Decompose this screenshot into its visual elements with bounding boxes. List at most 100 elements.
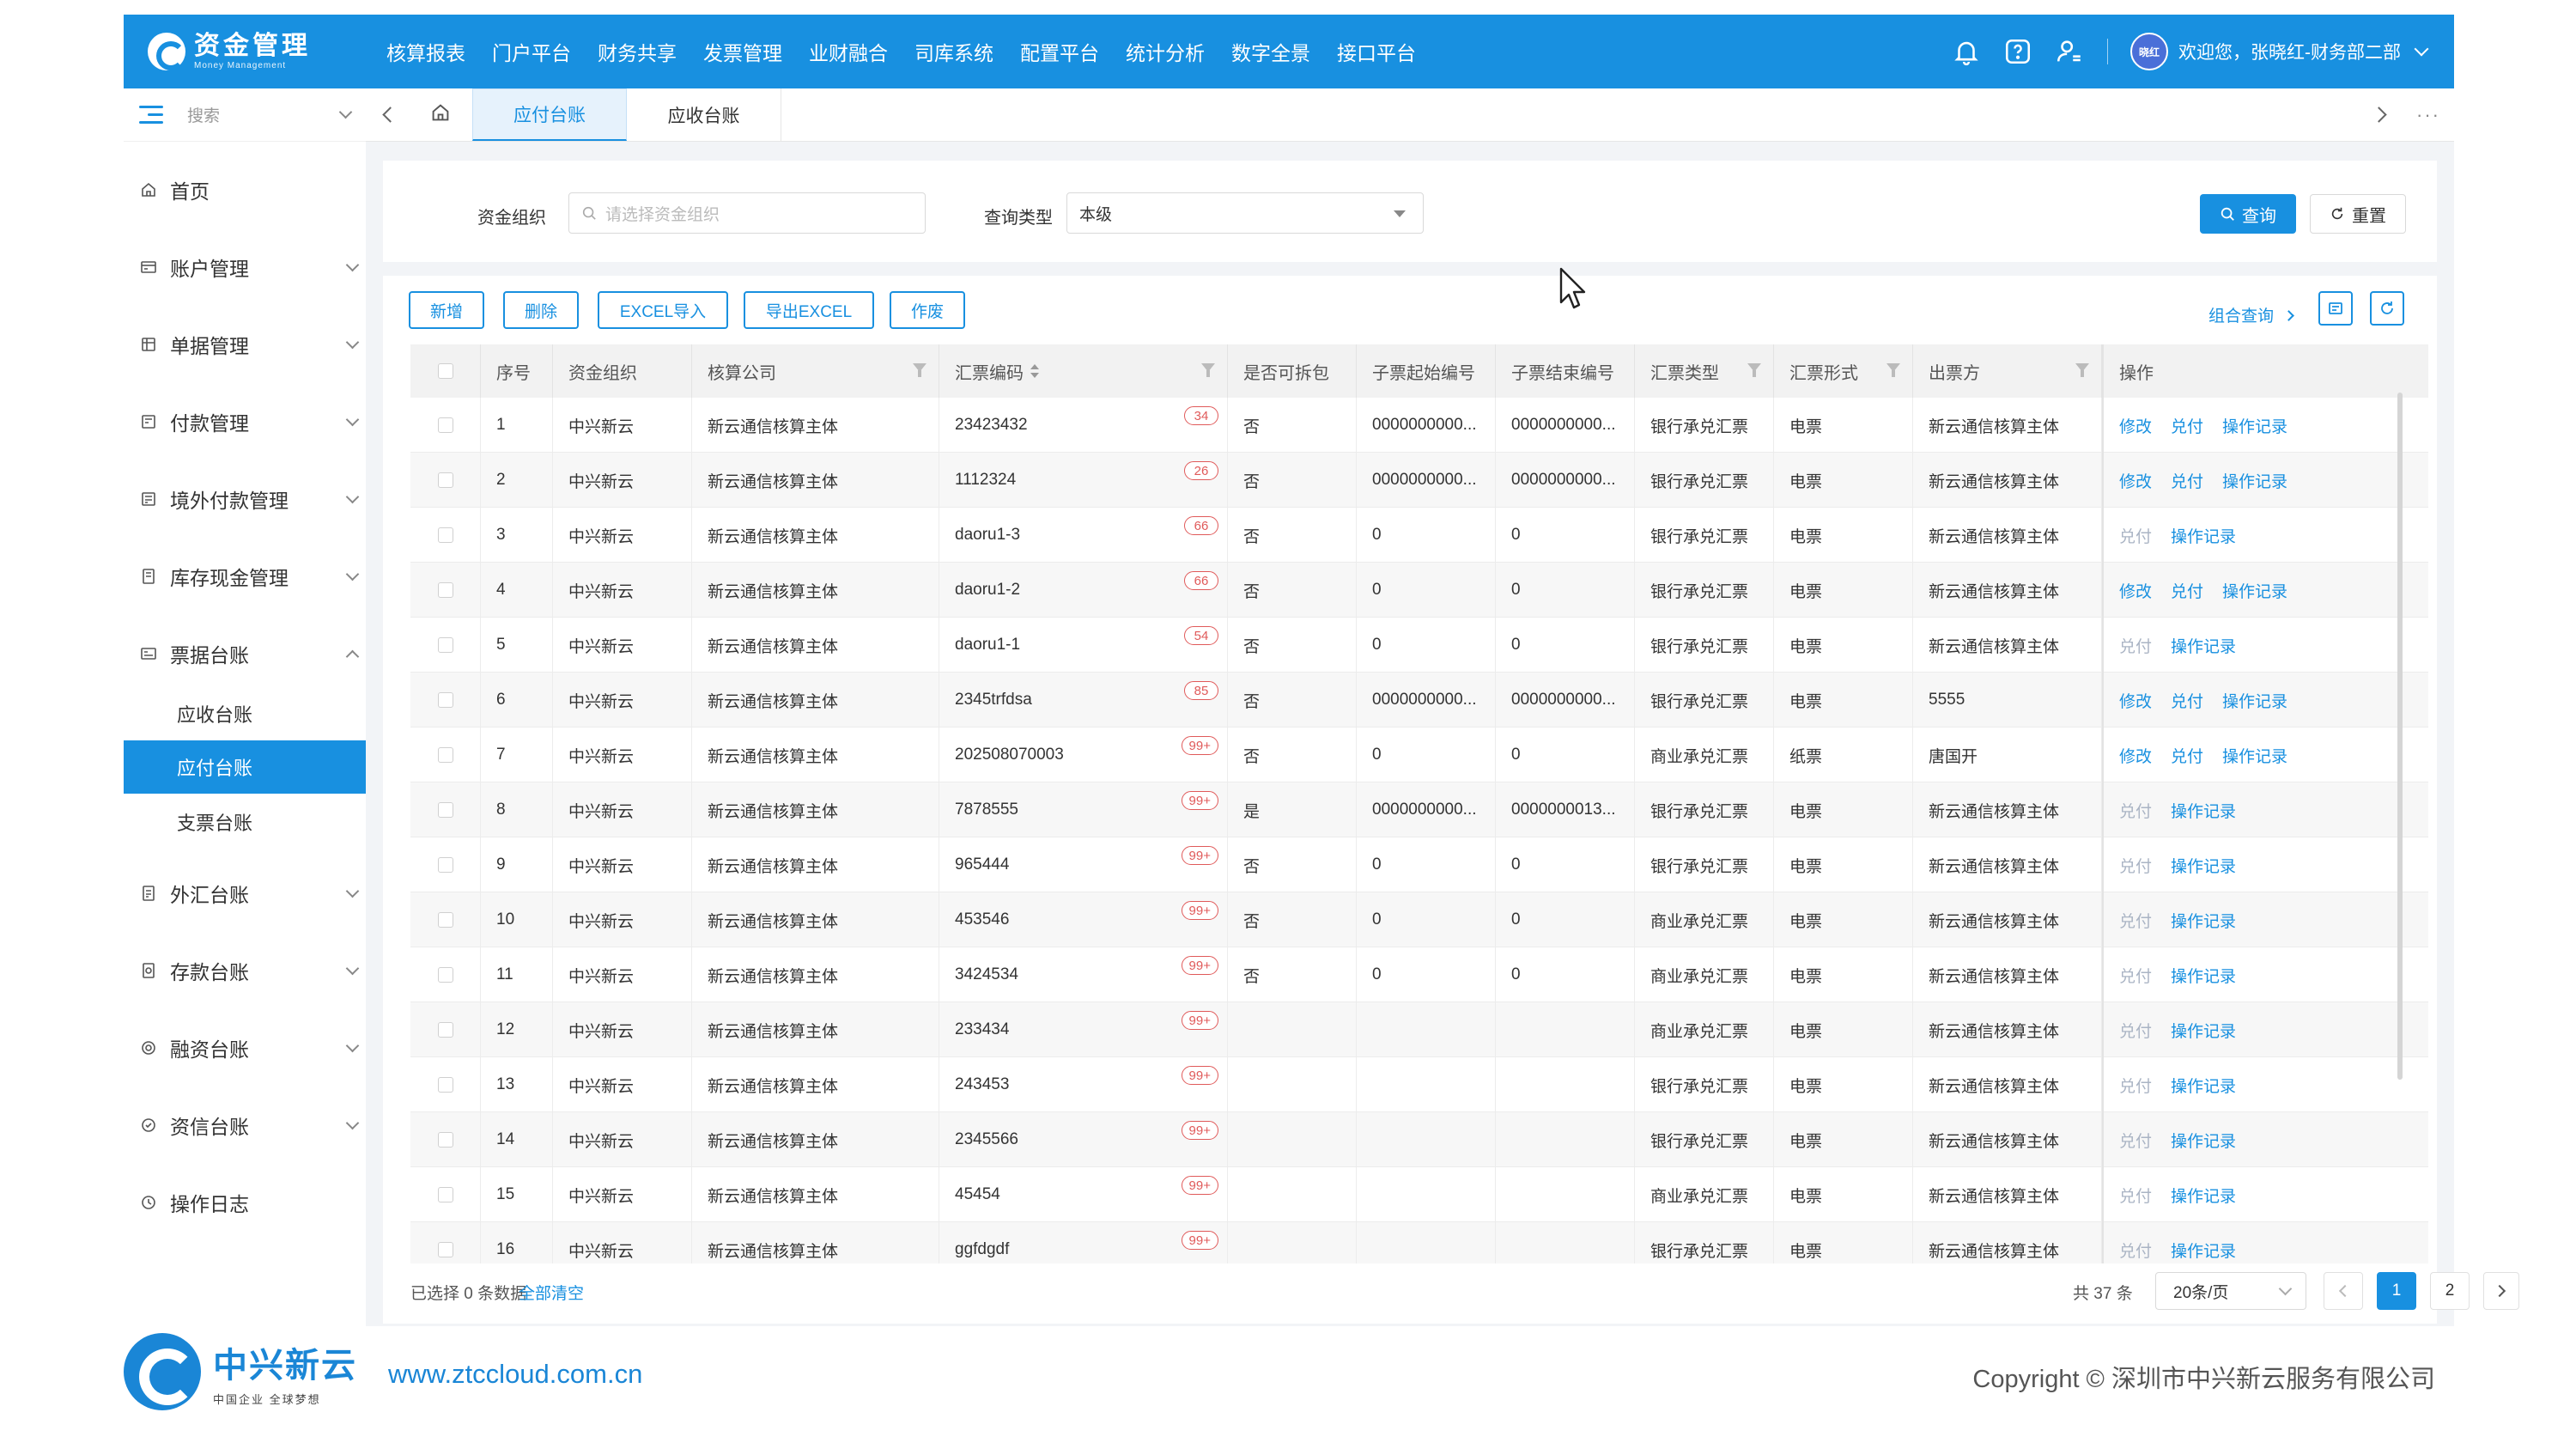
- table-row[interactable]: 16 中兴新云 新云通信核算主体 ggfdgdf 99+ 银行承兑汇票 电票 新云通信核算主体…: [410, 1222, 2428, 1263]
- operation-log-link[interactable]: 操作记录: [2171, 1129, 2236, 1152]
- row-checkbox[interactable]: [437, 637, 453, 653]
- table-row[interactable]: 6 中兴新云 新云通信核算主体 2345trfdsa 85 否 0000000000... 0…: [410, 673, 2428, 728]
- redeem-link[interactable]: 兑付: [2171, 414, 2203, 437]
- nav-item-invoice[interactable]: 发票管理: [703, 37, 782, 66]
- sidebar-item-account[interactable]: 账户管理: [124, 240, 366, 295]
- col-header-type[interactable]: 汇票类型: [1635, 344, 1774, 398]
- refresh-table-button[interactable]: [2370, 291, 2404, 326]
- table-row[interactable]: 8 中兴新云 新云通信核算主体 7878555 99+ 是 0000000000... 000…: [410, 782, 2428, 837]
- nav-item-interface[interactable]: 接口平台: [1337, 37, 1416, 66]
- operation-log-link[interactable]: 操作记录: [2222, 579, 2287, 602]
- row-checkbox-cell[interactable]: [410, 1002, 481, 1057]
- filter-icon[interactable]: [913, 363, 927, 377]
- row-checkbox[interactable]: [437, 527, 453, 543]
- sidebar-item-deposit[interactable]: 存款台账: [124, 943, 366, 998]
- tab-payable[interactable]: 应付台账: [472, 88, 627, 141]
- table-row[interactable]: 2 中兴新云 新云通信核算主体 1112324 26 否 0000000000... 0000…: [410, 453, 2428, 508]
- row-checkbox[interactable]: [437, 1022, 453, 1038]
- operation-log-link[interactable]: 操作记录: [2171, 1074, 2236, 1097]
- table-row[interactable]: 12 中兴新云 新云通信核算主体 233434 99+ 商业承兑汇票 电票 新云通信核算主体 兑…: [410, 1002, 2428, 1057]
- table-row[interactable]: 4 中兴新云 新云通信核算主体 daoru1-2 66 否 0 0 银行承兑汇票 电票 新云通信核算…: [410, 563, 2428, 618]
- row-checkbox-cell[interactable]: [410, 782, 481, 837]
- operation-log-link[interactable]: 操作记录: [2171, 799, 2236, 822]
- row-checkbox-cell[interactable]: [410, 453, 481, 508]
- edit-link[interactable]: 修改: [2119, 579, 2152, 602]
- operation-log-link[interactable]: 操作记录: [2171, 964, 2236, 987]
- tab-scroll-left-button[interactable]: [366, 88, 409, 141]
- page-button-1[interactable]: 1: [2377, 1272, 2416, 1310]
- col-header-code[interactable]: 汇票编码: [939, 344, 1228, 398]
- menu-toggle-icon[interactable]: [139, 105, 163, 125]
- bell-icon[interactable]: [1951, 36, 1982, 67]
- row-checkbox[interactable]: [437, 1132, 453, 1148]
- excel-import-button[interactable]: EXCEL导入: [598, 291, 728, 329]
- operation-log-link[interactable]: 操作记录: [2171, 524, 2236, 547]
- row-checkbox[interactable]: [437, 747, 453, 763]
- nav-item-finance-share[interactable]: 财务共享: [598, 37, 677, 66]
- edit-link[interactable]: 修改: [2119, 469, 2152, 492]
- filter-icon[interactable]: [1747, 363, 1761, 377]
- operation-log-link[interactable]: 操作记录: [2171, 1019, 2236, 1042]
- row-checkbox-cell[interactable]: [410, 837, 481, 892]
- nav-item-statistics[interactable]: 统计分析: [1126, 37, 1205, 66]
- chevron-down-icon[interactable]: [2414, 41, 2429, 57]
- operation-log-link[interactable]: 操作记录: [2171, 909, 2236, 932]
- row-checkbox[interactable]: [437, 857, 453, 873]
- redeem-link[interactable]: 兑付: [2119, 964, 2152, 987]
- operation-log-link[interactable]: 操作记录: [2222, 689, 2287, 712]
- row-checkbox[interactable]: [437, 967, 453, 983]
- table-row[interactable]: 9 中兴新云 新云通信核算主体 965444 99+ 否 0 0 银行承兑汇票 电票 新云通信核算主…: [410, 837, 2428, 892]
- row-checkbox-cell[interactable]: [410, 728, 481, 782]
- redeem-link[interactable]: 兑付: [2119, 524, 2152, 547]
- sidebar-item-overseas-payment[interactable]: 境外付款管理: [124, 472, 366, 527]
- sidebar-item-log[interactable]: 操作日志: [124, 1175, 366, 1230]
- table-row[interactable]: 3 中兴新云 新云通信核算主体 daoru1-3 66 否 0 0 银行承兑汇票 电票 新云通信核算…: [410, 508, 2428, 563]
- table-row[interactable]: 1 中兴新云 新云通信核算主体 23423432 34 否 0000000000... 000…: [410, 398, 2428, 453]
- sidebar-sub-payable[interactable]: 应付台账: [124, 740, 366, 794]
- row-checkbox-cell[interactable]: [410, 508, 481, 563]
- row-checkbox-cell[interactable]: [410, 1167, 481, 1222]
- row-checkbox-cell[interactable]: [410, 398, 481, 453]
- operation-log-link[interactable]: 操作记录: [2222, 469, 2287, 492]
- col-header-form[interactable]: 汇票形式: [1774, 344, 1913, 398]
- redeem-link[interactable]: 兑付: [2119, 634, 2152, 657]
- table-row[interactable]: 14 中兴新云 新云通信核算主体 2345566 99+ 银行承兑汇票 电票 新云通信核算主体…: [410, 1112, 2428, 1167]
- edit-link[interactable]: 修改: [2119, 414, 2152, 437]
- void-button[interactable]: 作废: [890, 291, 965, 329]
- help-icon[interactable]: [2002, 36, 2033, 67]
- table-row[interactable]: 11 中兴新云 新云通信核算主体 3424534 99+ 否 0 0 商业承兑汇票 电票 新云通信核…: [410, 947, 2428, 1002]
- row-checkbox[interactable]: [437, 1187, 453, 1202]
- reset-button[interactable]: 重置: [2310, 194, 2406, 234]
- redeem-link[interactable]: 兑付: [2119, 1239, 2152, 1262]
- vertical-scrollbar[interactable]: [2397, 393, 2403, 1080]
- prev-page-button[interactable]: [2324, 1272, 2363, 1310]
- row-checkbox[interactable]: [437, 802, 453, 818]
- row-checkbox-cell[interactable]: [410, 947, 481, 1002]
- nav-item-treasury[interactable]: 司库系统: [914, 37, 993, 66]
- row-checkbox-cell[interactable]: [410, 673, 481, 728]
- add-button[interactable]: 新增: [409, 291, 484, 329]
- edit-link[interactable]: 修改: [2119, 689, 2152, 712]
- redeem-link[interactable]: 兑付: [2119, 1074, 2152, 1097]
- edit-link[interactable]: 修改: [2119, 744, 2152, 767]
- select-all-checkbox-cell[interactable]: [410, 344, 481, 398]
- sort-icon[interactable]: [1030, 362, 1039, 380]
- redeem-link[interactable]: 兑付: [2171, 744, 2203, 767]
- clear-all-link[interactable]: 全部清空: [519, 1281, 584, 1304]
- row-checkbox-cell[interactable]: [410, 1222, 481, 1263]
- redeem-link[interactable]: 兑付: [2119, 1019, 2152, 1042]
- row-checkbox[interactable]: [437, 472, 453, 488]
- user-greeting[interactable]: 欢迎您，张晓红-财务部二部: [2178, 39, 2401, 64]
- footer-url[interactable]: www.ztccloud.com.cn: [388, 1359, 642, 1390]
- column-settings-button[interactable]: [2318, 291, 2353, 326]
- nav-item-business-finance[interactable]: 业财融合: [809, 37, 888, 66]
- row-checkbox-cell[interactable]: [410, 892, 481, 947]
- row-checkbox[interactable]: [437, 912, 453, 928]
- sidebar-item-bill[interactable]: 票据台账: [124, 626, 366, 681]
- app-logo[interactable]: 资金管理 Money Management: [148, 33, 354, 70]
- table-row[interactable]: 10 中兴新云 新云通信核算主体 453546 99+ 否 0 0 商业承兑汇票 电票 新云通信核算…: [410, 892, 2428, 947]
- sidebar-sub-receivable[interactable]: 应收台账: [124, 687, 366, 740]
- page-size-select[interactable]: 20条/页: [2155, 1272, 2306, 1310]
- query-button[interactable]: 查询: [2200, 194, 2296, 234]
- delete-button[interactable]: 删除: [503, 291, 579, 329]
